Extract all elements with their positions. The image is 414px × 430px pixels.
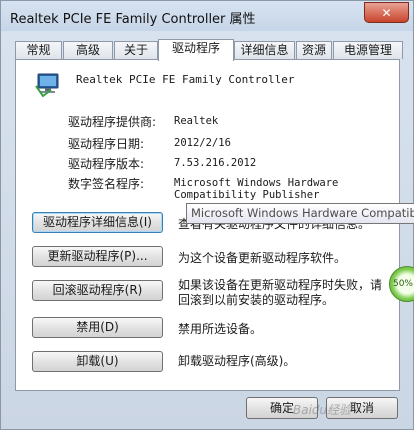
tab-details[interactable]: 详细信息	[234, 41, 295, 59]
tooltip: Microsoft Windows Hardware Compatibility…	[186, 203, 414, 224]
uninstall-desc: 卸载驱动程序(高级)。	[178, 354, 296, 368]
tab-strip: 常规 高级 关于 驱动程序 详细信息 资源 电源管理	[15, 39, 403, 61]
device-name: Realtek PCIe FE Family Controller	[76, 73, 295, 86]
tab-general[interactable]: 常规	[15, 41, 62, 59]
tab-power-management[interactable]: 电源管理	[333, 41, 403, 59]
rollback-driver-desc-line2: 回滚到以前安装的驱动程序。	[178, 293, 335, 307]
network-adapter-icon	[35, 73, 59, 98]
driver-details-button[interactable]: 驱动程序详细信息(I)	[32, 212, 163, 233]
version-value: 7.53.216.2012	[174, 157, 257, 169]
signer-label: 数字签名程序:	[68, 177, 145, 191]
tab-resources[interactable]: 资源	[296, 41, 332, 59]
tab-driver[interactable]: 驱动程序	[158, 39, 234, 61]
window-title: Realtek PCIe FE Family Controller 属性	[10, 12, 256, 27]
provider-value: Realtek	[174, 115, 219, 127]
disable-button[interactable]: 禁用(D)	[32, 317, 163, 338]
uninstall-button[interactable]: 卸载(U)	[32, 351, 163, 372]
disable-desc: 禁用所选设备。	[178, 322, 263, 336]
close-icon: ✕	[381, 5, 392, 20]
tab-about[interactable]: 关于	[114, 41, 158, 59]
close-button[interactable]: ✕	[364, 2, 409, 23]
signer-value: Microsoft Windows Hardware	[174, 177, 339, 189]
watermark-text: Baidu经验	[293, 403, 352, 417]
title-bar[interactable]: Realtek PCIe FE Family Controller 属性 ✕	[1, 1, 413, 31]
update-driver-button[interactable]: 更新驱动程序(P)...	[32, 246, 163, 267]
update-driver-desc: 为这个设备更新驱动程序软件。	[178, 251, 347, 265]
date-value: 2012/2/16	[174, 137, 231, 149]
date-label: 驱动程序日期:	[68, 137, 145, 151]
signer-value-line2: Compatibility Publisher	[174, 189, 320, 201]
progress-badge-text: 50%	[392, 279, 413, 289]
driver-panel: Realtek PCIe FE Family Controller 驱动程序提供…	[15, 59, 400, 391]
properties-window: Realtek PCIe FE Family Controller 属性 ✕ 常…	[0, 0, 414, 430]
tab-advanced[interactable]: 高级	[63, 41, 113, 59]
version-label: 驱动程序版本:	[68, 157, 145, 171]
rollback-driver-button[interactable]: 回滚驱动程序(R)	[32, 280, 163, 301]
provider-label: 驱动程序提供商:	[68, 115, 157, 129]
